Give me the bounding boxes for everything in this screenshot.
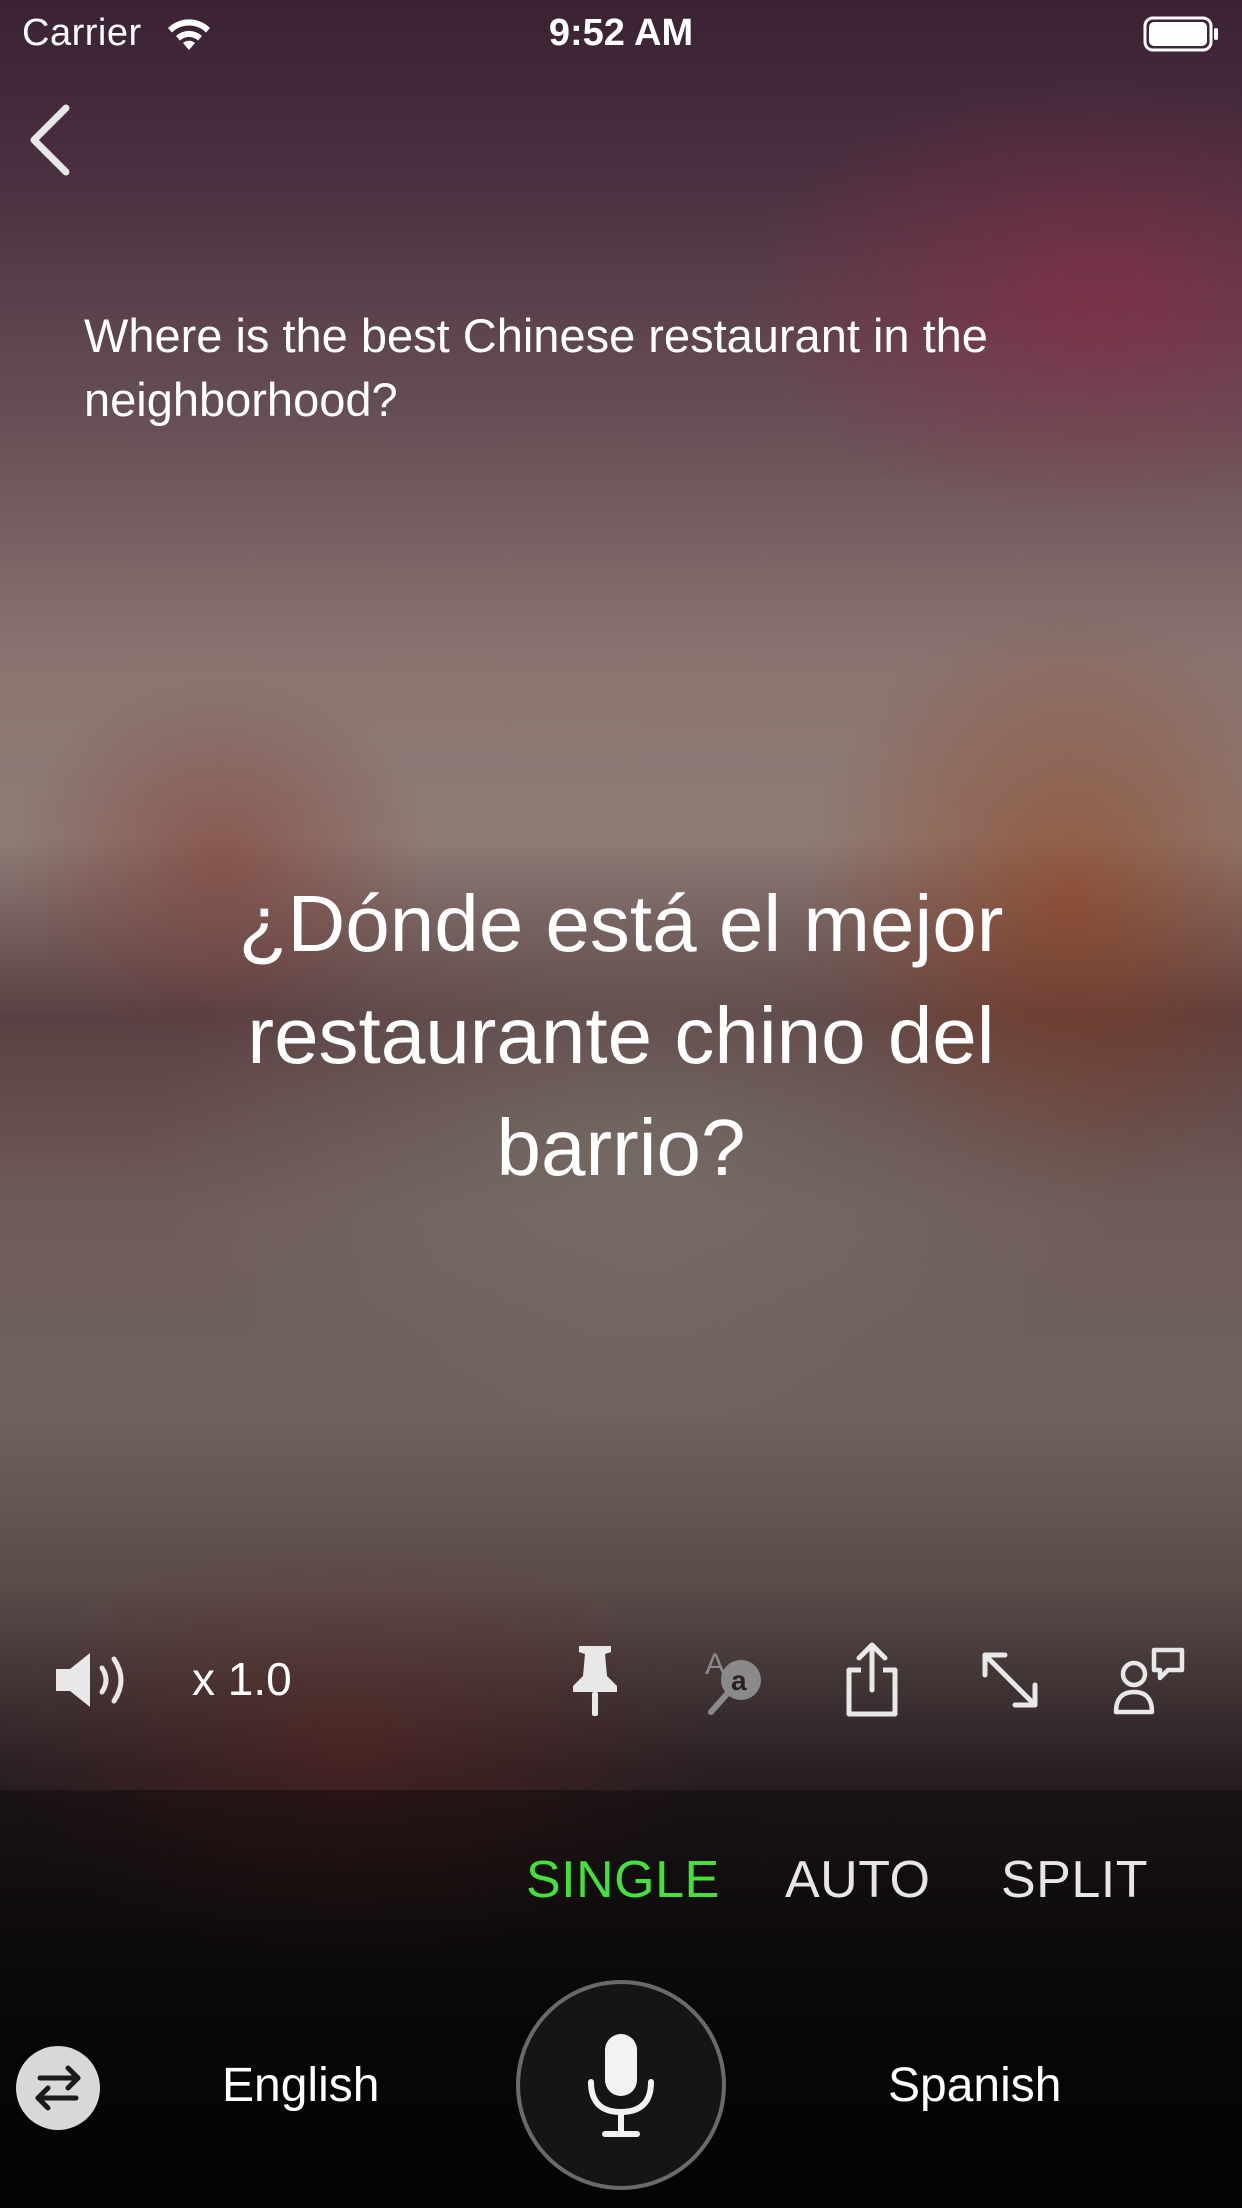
mode-auto[interactable]: AUTO [785,1850,931,1910]
conversation-button[interactable] [1110,1630,1190,1730]
mode-single[interactable]: SINGLE [526,1850,720,1910]
translated-text: ¿Dónde está el mejor restaurante chino d… [238,879,1004,1192]
speaker-icon [56,1653,124,1707]
share-icon [846,1642,898,1717]
target-language-button[interactable]: Spanish [888,2058,1061,2113]
svg-text:a: a [731,1665,747,1696]
battery-icon [1143,16,1218,52]
share-button[interactable] [834,1630,910,1730]
microphone-button[interactable] [516,1980,726,2190]
source-language-button[interactable]: English [222,2058,379,2113]
swap-arrows-icon [35,2065,81,2111]
swap-languages-button[interactable] [16,2046,100,2130]
speed-label[interactable]: x 1.0 [192,1652,292,1706]
chevron-left-icon [30,104,70,176]
mode-split[interactable]: SPLIT [1001,1850,1148,1910]
expand-button[interactable] [972,1630,1048,1730]
clock: 9:52 AM [548,12,694,54]
speaker-button[interactable] [48,1630,138,1730]
controls-row: x 1.0 A a [0,1630,1242,1730]
back-button[interactable] [22,100,82,180]
status-bar: Carrier 9:52 AM [0,0,1242,66]
pin-icon [573,1646,617,1716]
conversation-icon [1113,1647,1185,1715]
expand-icon [982,1652,1038,1708]
translator-screen: Carrier 9:52 AM Where is the best Chines… [0,0,1242,2208]
pin-button[interactable] [558,1630,632,1730]
source-text: Where is the best Chinese restaurant in … [84,309,988,426]
translate-lens-button[interactable]: A a [694,1630,774,1730]
bottom-panel: SINGLE AUTO SPLIT English Spanish [0,1796,1242,2208]
microphone-icon [588,2034,654,2137]
translate-icon: A a [705,1648,761,1715]
